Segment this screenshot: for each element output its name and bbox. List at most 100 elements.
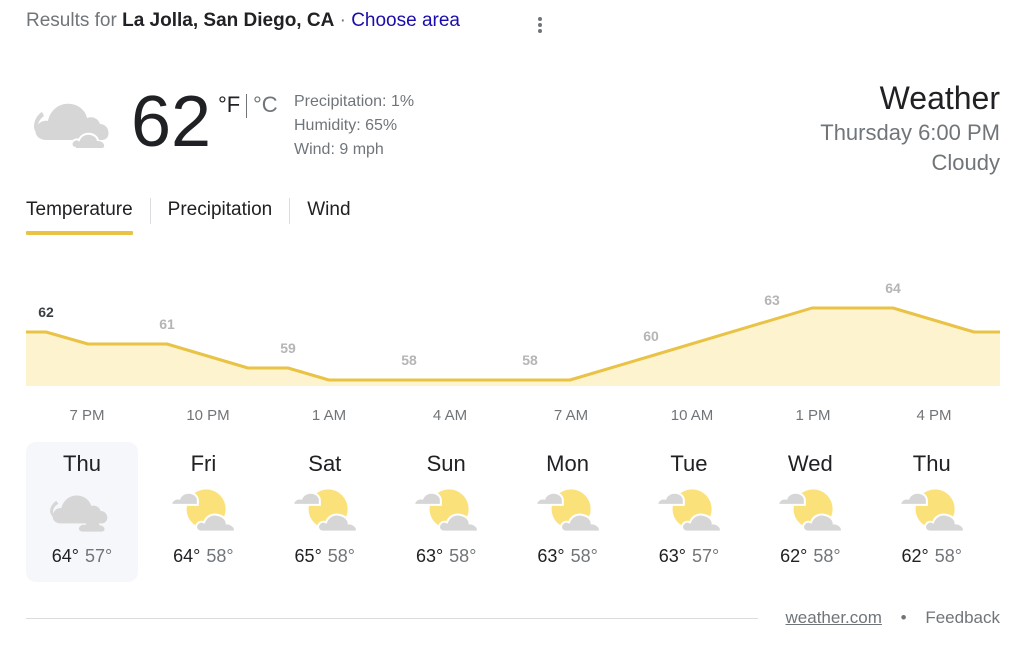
separator: · <box>339 10 346 31</box>
partly-cloudy-icon <box>534 489 601 533</box>
low-temp: 58° <box>327 546 356 566</box>
forecast-day[interactable]: Mon 63° 58° <box>512 442 624 582</box>
day-temps: 64° 57° <box>26 546 138 567</box>
partly-cloudy-icon <box>413 489 480 533</box>
unit-fahrenheit-button[interactable]: °F <box>218 92 240 118</box>
low-temp: 57° <box>691 546 720 566</box>
partly-cloudy-icon <box>291 489 358 533</box>
value-label: 64 <box>885 280 901 296</box>
forecast-day[interactable]: Tue 63° 57° <box>633 442 745 582</box>
x-tick-label: 7 PM <box>69 407 104 424</box>
weather-title: Weather <box>879 80 1000 116</box>
choose-area-link[interactable]: Choose area <box>351 10 460 31</box>
x-axis-labels: 7 PM 10 PM 1 AM 4 AM 7 AM 10 AM 1 PM 4 PM <box>69 407 951 424</box>
results-prefix: Results for <box>26 10 117 31</box>
tab-wind[interactable]: Wind <box>307 196 350 235</box>
wind-detail: Wind: 9 mph <box>294 141 384 158</box>
x-tick-label: 4 AM <box>433 407 467 424</box>
x-tick-label: 1 AM <box>312 407 346 424</box>
low-temp: 57° <box>85 546 113 566</box>
weather-summary: Weather Thursday 6:00 PM Cloudy <box>820 78 1000 178</box>
partly-cloudy-icon <box>898 489 965 533</box>
footer-divider <box>26 618 758 619</box>
forecast-day[interactable]: Fri 64° 58° <box>147 442 259 582</box>
day-name: Thu <box>912 451 951 476</box>
high-temp: 63° <box>658 546 686 566</box>
day-temps: 63° 58° <box>390 546 502 567</box>
forecast-day[interactable]: Sat 65° 58° <box>269 442 381 582</box>
low-temp: 58° <box>449 546 477 566</box>
current-temperature: 62 <box>131 82 212 162</box>
current-details: Precipitation: 1% Humidity: 65% Wind: 9 … <box>294 90 414 162</box>
temperature-chart[interactable]: 62 61 59 58 58 60 63 64 7 PM 10 PM 1 AM 4 AM 7 AM 10… <box>0 270 1024 430</box>
day-name: Thu <box>63 451 101 476</box>
x-tick-label: 1 PM <box>795 407 830 424</box>
value-label: 60 <box>643 328 659 344</box>
high-temp: 62° <box>901 546 929 566</box>
low-temp: 58° <box>934 546 962 566</box>
day-temps: 63° 58° <box>512 546 624 567</box>
unit-divider <box>246 94 247 118</box>
more-options-button[interactable] <box>530 12 550 38</box>
day-temps: 62° 58° <box>754 546 866 567</box>
cloudy-icon <box>50 495 108 532</box>
unit-celsius-button[interactable]: °C <box>253 92 278 118</box>
day-name: Tue <box>670 451 708 476</box>
tab-divider <box>289 198 291 224</box>
day-name: Fri <box>190 451 217 476</box>
daily-forecast: Thu 64°57° Fri 64°58° Sat 65°58° Sun <box>26 442 997 582</box>
footer: weather.com • Feedback <box>786 608 1000 628</box>
value-label: 63 <box>764 292 780 308</box>
value-label: 58 <box>401 352 417 368</box>
low-temp: 58° <box>813 546 841 566</box>
day-temps: 63° 57° <box>633 546 745 567</box>
tab-temperature[interactable]: Temperature <box>26 196 133 235</box>
weather-condition: Cloudy <box>931 150 1000 175</box>
day-temps: 65° 58° <box>269 546 381 567</box>
high-temp: 63° <box>415 546 444 566</box>
x-tick-label: 4 PM <box>916 407 951 424</box>
more-vert-icon-dot <box>538 29 542 33</box>
source-link[interactable]: weather.com <box>786 608 882 627</box>
weather-datetime: Thursday 6:00 PM <box>820 120 1000 145</box>
low-temp: 58° <box>570 546 598 566</box>
partly-cloudy-icon <box>656 489 722 533</box>
chart-tabs: Temperature Precipitation Wind <box>26 196 351 238</box>
x-tick-label: 10 PM <box>186 407 229 424</box>
high-temp: 62° <box>780 546 808 566</box>
day-name: Sat <box>308 451 342 476</box>
partly-cloudy-icon <box>777 489 844 533</box>
footer-dot: • <box>900 608 907 627</box>
x-tick-label: 7 AM <box>554 407 588 424</box>
day-name: Mon <box>546 451 589 476</box>
value-label: 61 <box>159 316 175 332</box>
tab-divider <box>149 198 151 224</box>
feedback-link[interactable]: Feedback <box>925 608 1000 627</box>
cloudy-icon <box>34 103 109 149</box>
day-temps: 62° 58° <box>876 546 988 567</box>
high-temp: 65° <box>294 546 322 566</box>
humidity-detail: Humidity: 65% <box>294 117 398 134</box>
precipitation-detail: Precipitation: 1% <box>294 93 415 110</box>
low-temp: 58° <box>206 546 234 566</box>
high-temp: 63° <box>537 546 565 566</box>
more-vert-icon <box>538 17 542 21</box>
results-header: Results for La Jolla, San Diego, CA · Ch… <box>26 10 460 32</box>
tab-precipitation[interactable]: Precipitation <box>168 196 273 235</box>
partly-cloudy-icon <box>170 489 237 533</box>
high-temp: 64° <box>51 546 79 566</box>
value-label: 62 <box>38 304 54 320</box>
day-name: Sun <box>426 451 466 476</box>
day-temps: 64° 58° <box>147 546 259 567</box>
location-name: La Jolla, San Diego, CA <box>122 10 335 31</box>
forecast-day[interactable]: Thu 64° 57° <box>26 442 138 582</box>
forecast-day[interactable]: Thu 62° 58° <box>876 442 988 582</box>
day-name: Wed <box>787 451 833 476</box>
more-vert-icon-dot <box>538 23 542 27</box>
value-label: 59 <box>280 340 296 356</box>
x-tick-label: 10 AM <box>671 407 714 424</box>
value-label: 58 <box>522 352 538 368</box>
high-temp: 64° <box>173 546 201 566</box>
forecast-day[interactable]: Wed 62° 58° <box>754 442 866 582</box>
forecast-day[interactable]: Sun 63° 58° <box>390 442 502 582</box>
